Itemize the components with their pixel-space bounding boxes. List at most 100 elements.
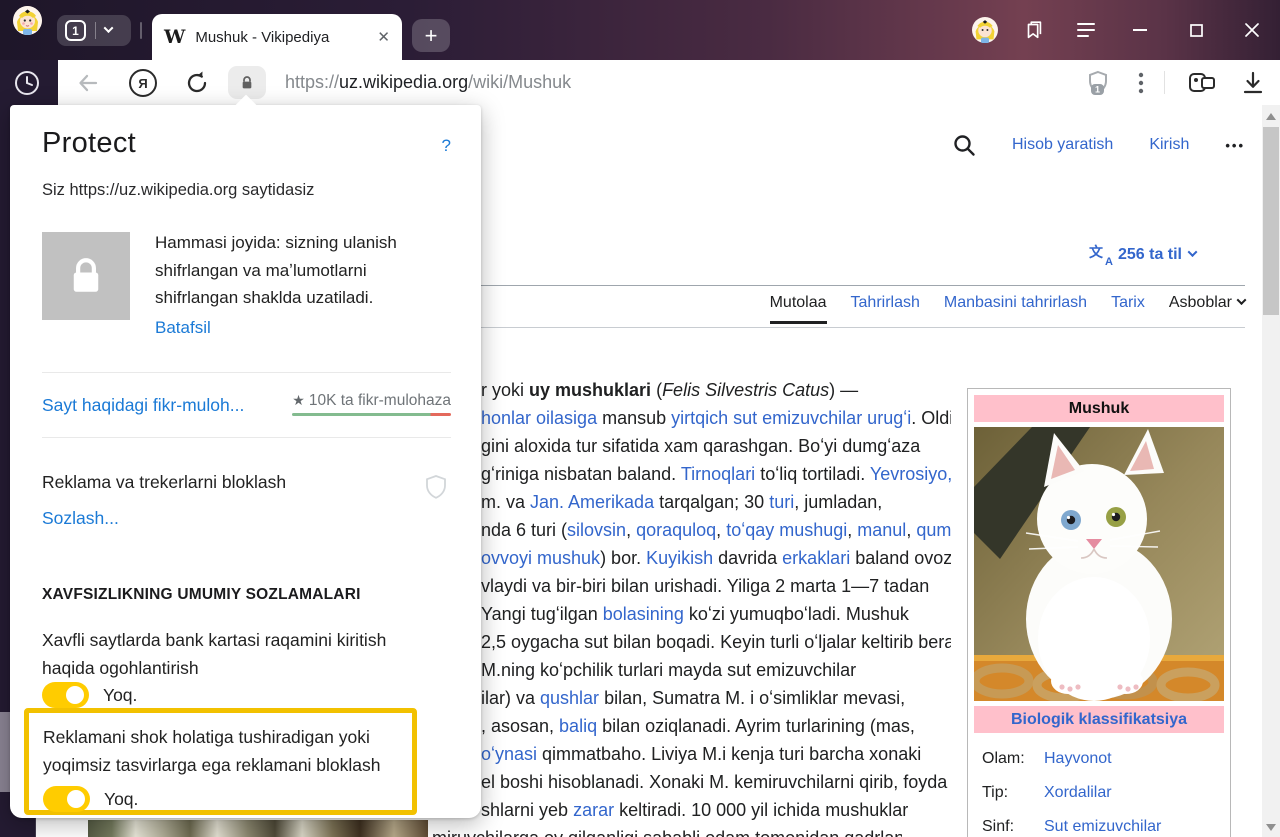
article-text-line: r yoki uy mushuklari (Felis Silvestris C… [481,376,951,404]
rating-bar [292,413,451,416]
wiki-link[interactable]: honlar oilasiga [481,408,597,428]
new-tab-button[interactable]: + [412,19,450,52]
article-text-line: m. va Jan. Amerikada tarqalgan; 30 turi,… [481,488,951,516]
create-account-link[interactable]: Hisob yaratish [1012,136,1113,154]
wiki-link[interactable]: ovvoyi mushuk [481,548,600,568]
scroll-down-arrow[interactable] [1266,824,1276,831]
wiki-link[interactable]: Tirnoqlari [681,464,755,484]
close-window-button[interactable] [1224,0,1280,60]
wiki-link[interactable]: manul [857,520,906,540]
browser-tab-active[interactable]: W Mushuk - Vikipediya ✕ [152,14,402,60]
wikipedia-favicon: W [164,26,185,48]
search-icon[interactable] [952,133,976,157]
text-segment: shlarni yeb [481,800,573,820]
wiki-link[interactable]: oʻynasi [481,744,537,764]
downloads-icon[interactable] [1240,69,1266,96]
article-text-line: nda 6 turi (silovsin, qoraquloq, toʻqay … [481,516,951,544]
wiki-link[interactable]: silovsin [567,520,626,540]
wiki-link[interactable]: qushlar [540,688,599,708]
protect-badge-count: 1 [1095,85,1100,95]
infobox-row: Tip:Xordalilar [982,776,1216,810]
wiki-link[interactable]: Kuyikish [646,548,713,568]
toggle-state-label: Yoq. [104,789,138,810]
text-segment: . Oldin [911,408,951,428]
tab-asboblar[interactable]: Asboblar [1169,294,1245,321]
text-segment: tarqalgan; 30 [654,492,769,512]
wiki-link[interactable]: turi [769,492,794,512]
wiki-header-links: Hisob yaratish Kirish ••• [952,133,1245,157]
wiki-link[interactable]: erkaklari [782,548,850,568]
infobox: Mushuk [967,388,1231,837]
setting-shock-ads-toggle-row: Yoq. [43,786,400,812]
tab-manbasini-tahrirlash[interactable]: Manbasini tahrirlash [944,294,1087,321]
more-options-icon[interactable]: ••• [1225,138,1245,153]
language-selector[interactable]: 文A 256 ta til [1089,245,1196,265]
page-scrollbar[interactable] [1262,105,1280,837]
panel-title: Protect [42,127,136,160]
toggle-switch[interactable] [43,786,90,812]
scroll-up-arrow[interactable] [1266,113,1276,120]
wiki-link[interactable]: Yevrosiyo, [870,464,951,484]
text-segment: uy mushuklari [529,380,651,400]
profile-avatar[interactable] [13,6,42,35]
address-bar[interactable]: https://uz.wikipedia.org/wiki/Mushuk [285,60,571,105]
setting-bank-warning-label: Xavfli saytlarda bank kartasi raqamini k… [42,626,434,682]
back-arrow-icon[interactable] [76,71,100,95]
setting-shock-ads-label: Reklamani shok holatiga tushiradigan yok… [43,723,400,779]
wiki-link[interactable]: bolasining [603,604,684,624]
wiki-link[interactable]: zarar [573,800,614,820]
tab-tarix[interactable]: Tarix [1111,294,1145,321]
help-link[interactable]: ? [442,136,451,156]
toggle-switch[interactable] [42,682,89,708]
menu-hamburger-icon[interactable] [1060,0,1112,60]
titlebar-separator [140,22,142,39]
text-segment: Felis Silvestris Catus [662,380,829,400]
extensions-icon[interactable] [1186,68,1218,98]
yandex-logo-icon[interactable]: Я [129,69,157,97]
text-segment: keltiradi. 10 000 yil ichida mushuklar [614,800,908,820]
chevron-down-icon[interactable] [104,23,114,33]
tab-mutolaa[interactable]: Mutolaa [770,294,827,324]
site-lock-icon[interactable] [228,66,266,99]
tab-counter[interactable]: 1 [57,15,131,46]
infobox-row: Sinf:Sut emizuvchilar [982,810,1216,837]
text-segment: Yangi tugʻilgan [481,604,603,624]
tab-close-icon[interactable]: ✕ [377,28,390,46]
refresh-icon[interactable] [184,70,210,96]
article-text-line: , asosan, baliq bilan oziqlanadi. Ayrim … [481,712,951,740]
profile-avatar-right[interactable] [962,0,1008,60]
setting-bank-warning-toggle-row: Yoq. [42,682,137,708]
wiki-link[interactable]: baliq [559,716,597,736]
infobox-row-value-link[interactable]: Hayvonot [1044,750,1112,768]
wiki-link[interactable]: Jan. Amerikada [530,492,654,512]
history-clock-icon[interactable] [14,70,40,96]
site-feedback-link[interactable]: Sayt haqidagi fikr-muloh... [42,395,244,416]
infobox-row-value-link[interactable]: Xordalilar [1044,784,1112,802]
lock-tile [42,232,130,320]
infobox-section-header: Biologik klassifikatsiya [974,706,1224,733]
scrollbar-thumb[interactable] [1263,127,1279,315]
login-link[interactable]: Kirish [1149,136,1189,154]
article-text-line: vlaydi va bir-biri bilan urishadi. Yilig… [481,572,951,600]
adblock-label: Reklama va trekerlarni bloklash [42,472,286,493]
text-segment: ) — [829,380,858,400]
article-text-line: miruvchilarga ov qilganligi sababli odam… [432,824,902,837]
bookmarks-icon[interactable] [1008,0,1060,60]
configure-link[interactable]: Sozlash... [42,508,119,529]
counter-divider [95,22,96,39]
protect-shield-icon[interactable]: 1 [1083,68,1113,98]
wiki-link[interactable]: qoraquloq [636,520,716,540]
infobox-row-value-link[interactable]: Sut emizuvchilar [1044,818,1161,836]
wiki-link[interactable]: toʻqay mushugi [726,520,847,540]
chevron-down-icon [1237,295,1247,305]
wiki-link[interactable]: yirtqich sut emizuvchilar urugʻi [671,408,911,428]
tab-tahrirlash[interactable]: Tahrirlash [851,294,920,321]
minimize-button[interactable] [1112,0,1168,60]
text-segment: nda 6 turi ( [481,520,567,540]
infobox-row: Olam:Hayvonot [982,742,1216,776]
kebab-menu-icon[interactable] [1130,69,1152,97]
wiki-link[interactable]: qum [916,520,951,540]
kitten-photo[interactable] [974,427,1224,701]
maximize-button[interactable] [1168,0,1224,60]
details-link[interactable]: Batafsil [155,318,211,338]
